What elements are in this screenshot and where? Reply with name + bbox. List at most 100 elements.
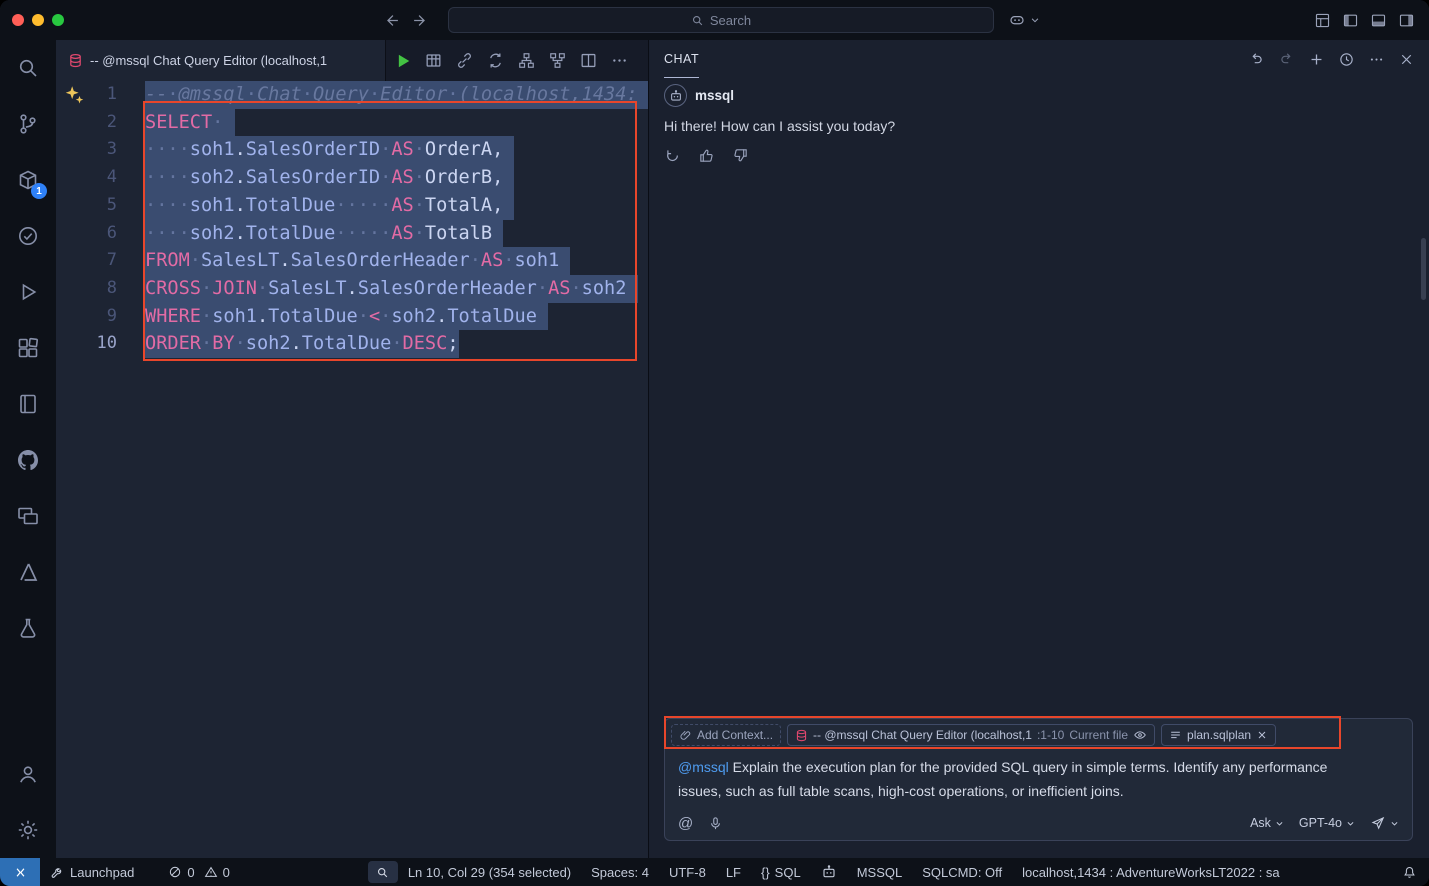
- command-center-search[interactable]: Search: [448, 7, 994, 33]
- sidebar-item-references[interactable]: 1: [0, 152, 56, 208]
- sidebar-item-search[interactable]: [0, 40, 56, 96]
- chat-input-text[interactable]: @mssql Explain the execution plan for th…: [665, 751, 1412, 803]
- estimated-plan-icon[interactable]: [516, 50, 537, 71]
- regenerate-icon[interactable]: [664, 147, 681, 164]
- undo-icon[interactable]: [1248, 51, 1265, 68]
- sidebar-item-account[interactable]: [0, 746, 56, 802]
- new-chat-icon[interactable]: [1308, 51, 1325, 68]
- encoding-status-item[interactable]: UTF-8: [659, 858, 716, 886]
- code-token: ····: [145, 167, 190, 188]
- code-editor[interactable]: 12345678910 --·@mssql·Chat·Query·Editor·…: [56, 81, 648, 858]
- sidebar-item-settings[interactable]: [0, 802, 56, 858]
- language-label: SQL: [775, 865, 801, 880]
- close-icon[interactable]: [1398, 51, 1415, 68]
- code-token: ;: [447, 333, 458, 354]
- close-window-button[interactable]: [12, 14, 24, 26]
- toggle-panel-icon[interactable]: [1370, 12, 1387, 29]
- customize-layout-icon[interactable]: [1314, 12, 1331, 29]
- sidebar-item-notebooks[interactable]: [0, 376, 56, 432]
- sidebar-item-remote-explorer[interactable]: [0, 488, 56, 544]
- minimize-window-button[interactable]: [32, 14, 44, 26]
- code-line[interactable]: --·@mssql·Chat·Query·Editor·(localhost,1…: [145, 81, 648, 109]
- sidebar-item-source-control[interactable]: [0, 96, 56, 152]
- code-line[interactable]: SELECT·: [145, 109, 648, 137]
- code-line[interactable]: ····soh1.TotalDue·····AS·TotalA,: [145, 192, 648, 220]
- sidebar-item-azure[interactable]: [0, 544, 56, 600]
- scrollbar-thumb[interactable]: [1421, 238, 1426, 300]
- code-token: soh2: [582, 278, 627, 299]
- connection-status-item[interactable]: localhost,1434 : AdventureWorksLT2022 : …: [1012, 858, 1290, 886]
- code-token: ·: [201, 306, 212, 327]
- mssql-status-item[interactable]: MSSQL: [847, 858, 913, 886]
- code-line[interactable]: ····soh2.SalesOrderID·AS·OrderB,: [145, 164, 648, 192]
- disconnect-icon[interactable]: [454, 50, 475, 71]
- mode-dropdown[interactable]: Ask: [1250, 816, 1284, 830]
- remote-indicator[interactable]: [0, 858, 40, 886]
- sidebar-item-extensions[interactable]: [0, 320, 56, 376]
- history-icon[interactable]: [1338, 51, 1355, 68]
- editor-tab[interactable]: -- @mssql Chat Query Editor (localhost,1: [56, 40, 386, 81]
- more-icon[interactable]: [1368, 51, 1385, 68]
- copilot-sparkle-icon[interactable]: [63, 84, 85, 106]
- line-number[interactable]: 3: [56, 136, 145, 164]
- mic-icon[interactable]: [708, 816, 723, 831]
- more-actions-icon[interactable]: [609, 50, 630, 71]
- eye-icon[interactable]: [1133, 728, 1147, 742]
- language-status-item[interactable]: {} SQL: [751, 858, 811, 886]
- code-line[interactable]: WHERE·soh1.TotalDue·<·soh2.TotalDue: [145, 303, 648, 331]
- indentation-status-item[interactable]: Spaces: 4: [581, 858, 659, 886]
- cursor-position-status-item[interactable]: Ln 10, Col 29 (354 selected): [398, 858, 581, 886]
- change-connection-icon[interactable]: [485, 50, 506, 71]
- back-icon[interactable]: [383, 12, 400, 29]
- sidebar-item-testing[interactable]: [0, 208, 56, 264]
- code-token: SalesLT: [201, 250, 279, 271]
- eol-status-item[interactable]: LF: [716, 858, 751, 886]
- fullscreen-window-button[interactable]: [52, 14, 64, 26]
- sidebar-item-run-and-debug[interactable]: [0, 264, 56, 320]
- line-number[interactable]: 8: [56, 275, 145, 303]
- forward-icon[interactable]: [412, 12, 429, 29]
- send-button[interactable]: [1370, 815, 1399, 831]
- code-token: ·: [391, 333, 402, 354]
- copilot-menu-button[interactable]: [1008, 0, 1040, 40]
- toggle-secondary-sidebar-icon[interactable]: [1398, 12, 1415, 29]
- run-query-button[interactable]: [392, 50, 413, 71]
- line-number[interactable]: 5: [56, 192, 145, 220]
- redo-icon[interactable]: [1278, 51, 1295, 68]
- code-line[interactable]: ORDER·BY·soh2.TotalDue·DESC;: [145, 330, 648, 358]
- problems-status-item[interactable]: 0 0: [158, 858, 239, 886]
- code-line[interactable]: ····soh2.TotalDue·····AS·TotalB: [145, 220, 648, 248]
- mention-icon[interactable]: @: [678, 815, 693, 832]
- copilot-status-item[interactable]: [811, 858, 847, 886]
- sqlcmd-status-item[interactable]: SQLCMD: Off: [912, 858, 1012, 886]
- actual-plan-icon[interactable]: [547, 50, 568, 71]
- context-chip-plan-file[interactable]: plan.sqlplan: [1161, 724, 1276, 746]
- remove-chip-icon[interactable]: [1256, 729, 1268, 741]
- line-number[interactable]: 10: [56, 330, 145, 358]
- line-number[interactable]: 7: [56, 247, 145, 275]
- results-grid-icon[interactable]: [423, 50, 444, 71]
- thumbs-up-icon[interactable]: [698, 147, 715, 164]
- code-line[interactable]: ····soh1.SalesOrderID·AS·OrderA,: [145, 136, 648, 164]
- sidebar-item-github[interactable]: [0, 432, 56, 488]
- thumbs-down-icon[interactable]: [732, 147, 749, 164]
- line-number[interactable]: 4: [56, 164, 145, 192]
- model-dropdown[interactable]: GPT-4o: [1299, 816, 1355, 830]
- launchpad-status-item[interactable]: Launchpad: [40, 858, 144, 886]
- add-context-button[interactable]: Add Context...: [671, 724, 781, 746]
- line-number[interactable]: 9: [56, 303, 145, 331]
- badge: 1: [31, 183, 47, 199]
- code-token: soh2: [391, 306, 436, 327]
- notifications-bell[interactable]: [1390, 865, 1429, 880]
- code-line[interactable]: CROSS·JOIN·SalesLT.SalesOrderHeader·AS·s…: [145, 275, 648, 303]
- indentation-label: Spaces: 4: [591, 865, 649, 880]
- tab-chat[interactable]: CHAT: [664, 40, 699, 78]
- line-number[interactable]: 6: [56, 220, 145, 248]
- code-line[interactable]: FROM·SalesLT.SalesOrderHeader·AS·soh1: [145, 247, 648, 275]
- sidebar-item-database-projects[interactable]: [0, 600, 56, 656]
- split-editor-icon[interactable]: [578, 50, 599, 71]
- zoom-status-item[interactable]: [368, 861, 398, 883]
- context-chip-current-file[interactable]: -- @mssql Chat Query Editor (localhost,1…: [787, 724, 1155, 746]
- toggle-primary-sidebar-icon[interactable]: [1342, 12, 1359, 29]
- line-number[interactable]: 2: [56, 109, 145, 137]
